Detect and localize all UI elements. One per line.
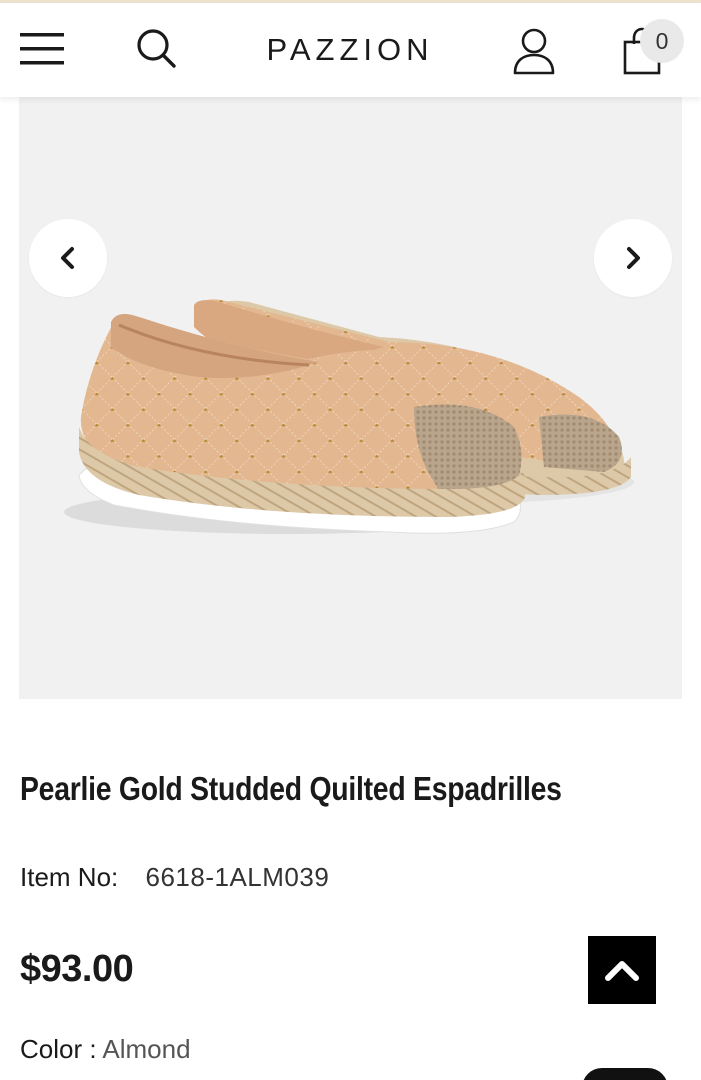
product-price: $93.00 [20,948,134,990]
gallery-next-button[interactable] [594,219,672,297]
product-image-gallery[interactable] [19,97,682,699]
item-number-value: 6618-1ALM039 [145,862,330,892]
chevron-right-icon [627,247,640,269]
search-icon [137,29,176,68]
menu-button[interactable] [14,23,70,75]
gallery-prev-button[interactable] [29,219,107,297]
chevron-up-icon [605,961,639,981]
cart-count-badge[interactable]: 0 [640,19,684,63]
chat-widget-button[interactable] [582,1068,668,1080]
back-to-top-button[interactable] [588,936,656,1004]
chevron-left-icon [61,247,74,269]
color-label: Color : [20,1034,103,1064]
product-photo [64,299,634,534]
site-header: PAZZION 0 [0,3,701,97]
color-value: Almond [102,1034,191,1064]
product-title: Pearlie Gold Studded Quilted Espadrilles [20,770,562,807]
search-button[interactable] [130,21,182,75]
brand-logo[interactable]: PAZZION [200,32,500,68]
item-number-label: Item No: [20,862,119,892]
user-icon [513,28,555,75]
item-number-row: Item No: 6618-1ALM039 [20,862,329,893]
color-row: Color : Almond [20,1034,191,1065]
hamburger-menu-icon [20,33,64,65]
account-button[interactable] [506,23,562,79]
